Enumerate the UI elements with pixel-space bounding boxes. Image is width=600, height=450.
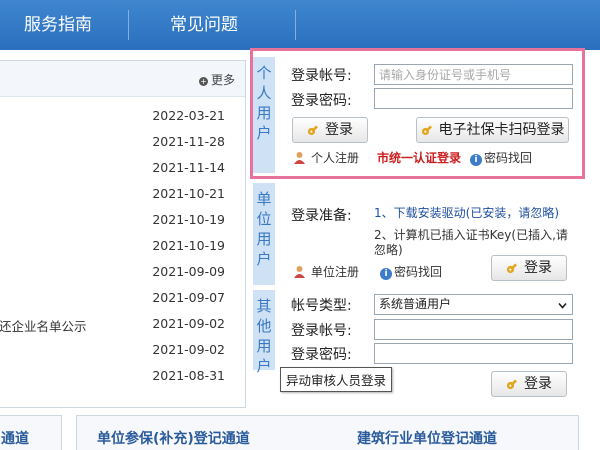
chevron-down-icon <box>558 302 567 309</box>
unit-password-recover-link[interactable]: i 密码找回 <box>380 263 442 280</box>
nav-item-faq[interactable]: 常见问题 <box>170 0 238 50</box>
other-login-button[interactable]: 登录 <box>491 371 567 397</box>
more-label: 更多 <box>210 73 235 87</box>
news-item-date: 2021-10-21 <box>152 186 225 201</box>
bottom-channel-left[interactable]: 通道 <box>0 415 62 450</box>
nav-divider <box>128 10 129 40</box>
news-item-date: 2021-09-09 <box>152 264 225 279</box>
bottom-left-label: 通道 <box>1 431 29 447</box>
news-panel-header: + 更多 <box>0 61 245 97</box>
unit-side-label: 单位用户 <box>253 183 275 285</box>
news-item[interactable]: 2021-09-02 <box>0 337 245 363</box>
tooltip: 异动审核人员登录 <box>280 367 393 392</box>
news-item-date: 2021-09-02 <box>152 342 225 357</box>
news-item-date: 2021-09-02 <box>152 316 225 331</box>
unit-login-block: 单位用户 登录准备: 1、下载安装驱动(已安装，请忽略) 2、计算机已插入证书K… <box>253 183 580 285</box>
other-account-input[interactable] <box>374 319 573 340</box>
unit-enroll-channel-link[interactable]: 单位参保(补充)登记通道 <box>97 428 250 448</box>
page: 服务指南 常见问题 + 更多 2022-03-21 2021-11-28 2021-1… <box>0 0 600 450</box>
other-side-label: 其他用户 <box>253 290 275 375</box>
news-item[interactable]: 2021-10-19 <box>0 207 245 233</box>
more-link[interactable]: + 更多 <box>198 71 235 88</box>
unit-recover-label: 密码找回 <box>394 265 443 279</box>
news-panel: + 更多 2022-03-21 2021-11-28 2021-11-14 2021-1… <box>0 60 246 408</box>
nav-divider <box>295 10 296 40</box>
highlight-frame <box>250 48 585 179</box>
news-item-date: 2021-10-19 <box>152 212 225 227</box>
account-type-value: 系统普通用户 <box>379 297 452 311</box>
news-item[interactable]: 2021-09-07 <box>0 285 245 311</box>
unit-login-label: 登录 <box>524 260 552 276</box>
news-item-date: 2021-08-31 <box>152 368 225 383</box>
unit-login-button[interactable]: 登录 <box>491 255 567 281</box>
prep-label: 登录准备: <box>291 208 352 224</box>
news-item[interactable]: 2022-03-21 <box>0 103 245 129</box>
info-icon: i <box>380 268 392 280</box>
account-type-label: 帐号类型: <box>291 298 352 314</box>
news-item-title[interactable]: 还企业名单公示 <box>0 316 87 335</box>
news-item-date: 2021-11-14 <box>152 160 225 175</box>
news-item-date: 2021-09-07 <box>152 290 225 305</box>
other-password-label: 登录密码: <box>291 347 352 363</box>
other-login-label: 登录 <box>524 376 552 392</box>
nav-item-service-guide[interactable]: 服务指南 <box>24 0 92 50</box>
news-item[interactable]: 2021-11-14 <box>0 155 245 181</box>
more-icon: + <box>198 77 208 86</box>
news-item[interactable]: 2021-08-31 <box>0 363 245 389</box>
other-password-input[interactable] <box>374 343 573 364</box>
news-item[interactable]: 2021-11-28 <box>0 129 245 155</box>
news-item-date: 2021-11-28 <box>152 134 225 149</box>
news-item-date: 2022-03-21 <box>152 108 225 123</box>
key-icon <box>506 263 517 274</box>
news-item[interactable]: 2021-09-09 <box>0 259 245 285</box>
news-item[interactable]: 2021-10-21 <box>0 181 245 207</box>
news-item[interactable]: 2021-10-19 <box>0 233 245 259</box>
top-nav: 服务指南 常见问题 <box>0 0 600 50</box>
cert-key-hint: 2、计算机已插入证书Key(已插入,请忽略) <box>374 228 568 257</box>
unit-register-label: 单位注册 <box>311 265 360 279</box>
account-type-select[interactable]: 系统普通用户 <box>374 294 573 315</box>
person-icon <box>294 266 305 278</box>
news-item-date: 2021-10-19 <box>152 238 225 253</box>
news-item[interactable]: 还企业名单公示 2021-09-02 <box>0 311 245 337</box>
bottom-channel-group: 单位参保(补充)登记通道 建筑行业单位登记通道 <box>76 415 579 450</box>
key-icon <box>506 379 517 390</box>
driver-download-link[interactable]: 1、下载安装驱动(已安装，请忽略) <box>374 204 559 221</box>
other-account-label: 登录帐号: <box>291 323 352 339</box>
unit-register-link[interactable]: 单位注册 <box>293 263 359 280</box>
construction-register-channel-link[interactable]: 建筑行业单位登记通道 <box>357 428 497 448</box>
